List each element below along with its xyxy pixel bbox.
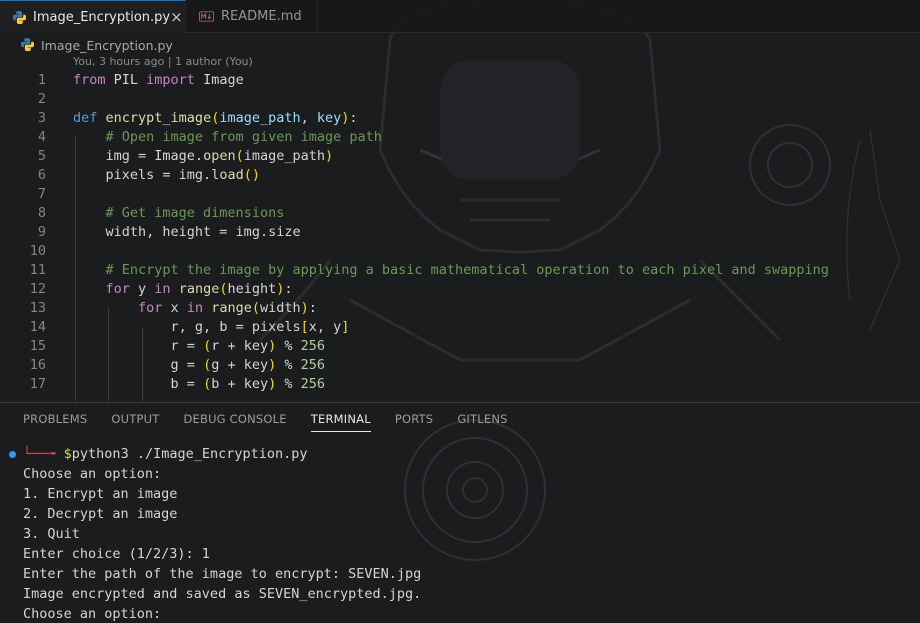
terminal-line: Choose an option: bbox=[23, 606, 162, 622]
line-number: 9 bbox=[37, 224, 46, 240]
editor-tab-bar: Image_Encryption.py × README.md bbox=[0, 0, 920, 33]
line-number: 12 bbox=[29, 281, 46, 297]
line-number: 7 bbox=[37, 186, 46, 202]
code-line: 11 # Encrypt the image by applying a bas… bbox=[0, 261, 920, 280]
tab-gitlens[interactable]: GITLENS bbox=[445, 404, 519, 434]
code-line: 2 bbox=[0, 90, 920, 109]
breadcrumb-file[interactable]: Image_Encryption.py bbox=[41, 38, 173, 53]
tab-ports[interactable]: PORTS bbox=[383, 404, 445, 434]
tab-debug-console[interactable]: DEBUG CONSOLE bbox=[171, 404, 298, 434]
terminal-line: Image encrypted and saved as SEVEN_encry… bbox=[23, 586, 422, 602]
code-line: 1 from PIL import Image bbox=[0, 71, 920, 90]
close-icon[interactable]: × bbox=[170, 8, 183, 26]
terminal-line: 3. Quit bbox=[23, 526, 80, 542]
code-line: 4 # Open image from given image path bbox=[0, 128, 920, 147]
code-editor[interactable]: 1 from PIL import Image 2 3 def encrypt_im… bbox=[0, 71, 920, 401]
line-number: 13 bbox=[29, 300, 46, 316]
line-number: 4 bbox=[37, 129, 46, 145]
line-number: 15 bbox=[29, 338, 46, 354]
tab-output[interactable]: OUTPUT bbox=[99, 404, 171, 434]
terminal-line: Enter the path of the image to encrypt: … bbox=[23, 566, 422, 582]
line-number: 17 bbox=[29, 376, 46, 392]
terminal-prompt-line: └──╼ $python3 ./Image_Encryption.py bbox=[23, 446, 308, 462]
line-number: 1 bbox=[37, 72, 46, 88]
tab-label: README.md bbox=[221, 9, 302, 24]
line-number: 10 bbox=[29, 243, 46, 259]
code-line: 10 bbox=[0, 242, 920, 261]
code-line: 17 b = (b + key) % 256 bbox=[0, 375, 920, 394]
tab-label: Image_Encryption.py bbox=[33, 9, 171, 25]
line-number: 8 bbox=[37, 205, 46, 221]
breadcrumb[interactable]: Image_Encryption.py bbox=[20, 36, 173, 54]
python-icon bbox=[12, 9, 27, 26]
markdown-icon bbox=[198, 8, 215, 25]
tab-terminal[interactable]: TERMINAL bbox=[299, 404, 383, 434]
code-line: 8 # Get image dimensions bbox=[0, 204, 920, 223]
codelens-blame[interactable]: You, 3 hours ago | 1 author (You) bbox=[73, 55, 253, 68]
terminal-line: Enter choice (1/2/3): 1 bbox=[23, 546, 210, 562]
code-line: 13 for x in range(width): bbox=[0, 299, 920, 318]
line-number: 16 bbox=[29, 357, 46, 373]
terminal-line: 2. Decrypt an image bbox=[23, 506, 178, 522]
code-line: 5 img = Image.open(image_path) bbox=[0, 147, 920, 166]
tab-readme[interactable]: README.md bbox=[186, 0, 318, 33]
panel-divider[interactable] bbox=[0, 402, 920, 403]
tab-problems[interactable]: PROBLEMS bbox=[0, 404, 99, 434]
panel-tab-bar: PROBLEMS OUTPUT DEBUG CONSOLE TERMINAL P… bbox=[0, 404, 920, 434]
tab-image-encryption[interactable]: Image_Encryption.py × bbox=[0, 0, 186, 33]
line-number: 6 bbox=[37, 167, 46, 183]
line-number: 5 bbox=[37, 148, 46, 164]
code-line: 15 r = (r + key) % 256 bbox=[0, 337, 920, 356]
line-number: 14 bbox=[29, 319, 46, 335]
terminal[interactable]: └──╼ $python3 ./Image_Encryption.py Choo… bbox=[0, 443, 920, 623]
python-icon bbox=[20, 37, 36, 53]
code-line: 12 for y in range(height): bbox=[0, 280, 920, 299]
code-line: 14 r, g, b = pixels[x, y] bbox=[0, 318, 920, 337]
terminal-line: Choose an option: bbox=[23, 466, 162, 482]
line-number: 11 bbox=[29, 262, 46, 278]
code-line: 16 g = (g + key) % 256 bbox=[0, 356, 920, 375]
code-line: 7 bbox=[0, 185, 920, 204]
command-status-dot-icon[interactable] bbox=[9, 451, 16, 458]
code-line: 6 pixels = img.load() bbox=[0, 166, 920, 185]
line-number: 2 bbox=[37, 91, 46, 107]
line-number: 3 bbox=[37, 110, 46, 126]
terminal-line: 1. Encrypt an image bbox=[23, 486, 178, 502]
code-line: 9 width, height = img.size bbox=[0, 223, 920, 242]
code-line: 3 def encrypt_image(image_path, key): bbox=[0, 109, 920, 128]
